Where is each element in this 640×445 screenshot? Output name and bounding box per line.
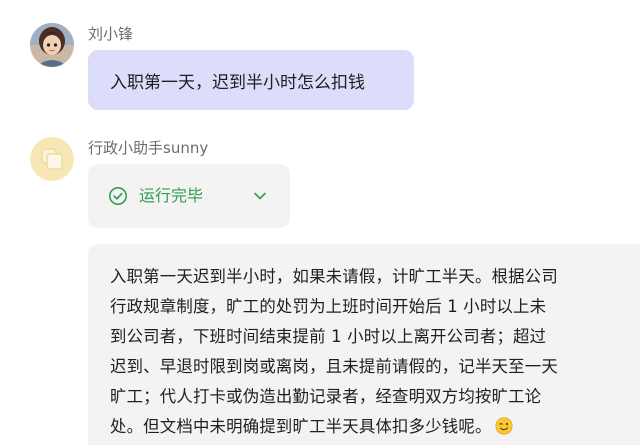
answer-line: 旷工；代人打卡或伪造出勤记录者，经查明双方均按旷工论	[110, 387, 542, 406]
user-avatar-portrait	[30, 23, 74, 67]
user-name: 刘小锋	[88, 25, 134, 43]
answer-line: 到公司者，下班时间结束提前 1 小时以上离开公司者；超过	[110, 327, 547, 346]
answer-line-text: 处。但文档中未明确提到旷工半天具体扣多少钱呢。	[110, 417, 492, 436]
answer-line: 迟到、早退时限到岗或离岗，且未提前请假的，记半天至一天	[110, 357, 558, 376]
assistant-answer-bubble: 入职第一天迟到半小时，如果未请假，计旷工半天。根据公司 行政规章制度，旷工的处罚…	[88, 244, 640, 445]
bot-avatar[interactable]	[30, 137, 74, 181]
chevron-down-icon[interactable]	[252, 188, 268, 204]
answer-line: 入职第一天迟到半小时，如果未请假，计旷工半天。根据公司	[110, 267, 558, 286]
user-message-bubble: 入职第一天，迟到半小时怎么扣钱	[88, 50, 414, 110]
bot-avatar-squares	[30, 137, 74, 181]
wink-emoji-icon	[494, 417, 513, 435]
run-status-text: 运行完毕	[139, 186, 204, 205]
check-circle-icon	[109, 187, 127, 205]
answer-line-last: 处。但文档中未明确提到旷工半天具体扣多少钱呢。	[110, 412, 630, 442]
user-avatar[interactable]	[30, 23, 74, 67]
user-message-text: 入职第一天，迟到半小时怎么扣钱	[110, 72, 365, 93]
run-status-card[interactable]: 运行完毕	[88, 164, 290, 228]
assistant-name: 行政小助手sunny	[88, 139, 209, 157]
answer-line: 行政规章制度，旷工的处罚为上班时间开始后 1 小时以上未	[110, 297, 547, 316]
